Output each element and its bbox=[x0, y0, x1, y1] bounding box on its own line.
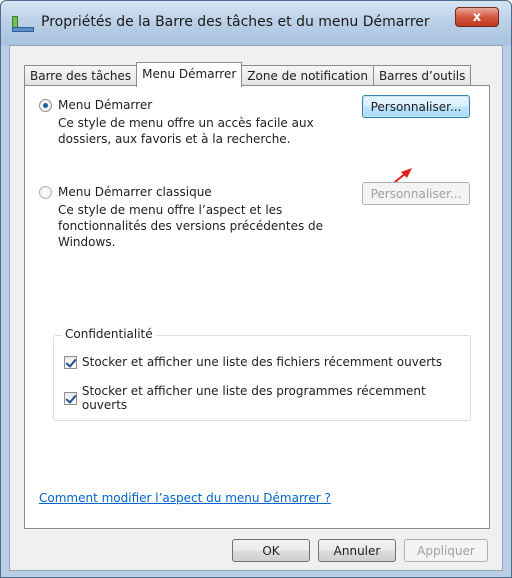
dialog-client-area: Barre des tâches Menu Démarrer Zone de n… bbox=[9, 45, 503, 571]
classic-menu-option[interactable]: Menu Démarrer classique bbox=[39, 185, 212, 199]
classic-menu-description-line1: Ce style de menu offre l’aspect et les bbox=[58, 203, 283, 217]
title-bar[interactable]: Propriétés de la Barre des tâches et du … bbox=[1, 1, 511, 45]
classic-menu-description-line2: fonctionnalités des versions précédentes… bbox=[58, 219, 324, 233]
customize-start-menu-button[interactable]: Personnaliser... bbox=[362, 95, 470, 118]
store-recent-files-label: Stocker et afficher une liste des fichie… bbox=[82, 355, 443, 369]
classic-menu-radio[interactable] bbox=[39, 185, 52, 199]
start-menu-label: Menu Démarrer bbox=[58, 98, 153, 112]
store-recent-programs-label: Stocker et afficher une liste des progra… bbox=[81, 384, 426, 412]
classic-menu-description-line3: Windows. bbox=[58, 235, 116, 249]
start-menu-option[interactable]: Menu Démarrer bbox=[39, 98, 152, 112]
start-menu-description: Ce style de menu offre un accès facile a… bbox=[58, 115, 348, 147]
store-recent-programs-checkbox[interactable] bbox=[64, 391, 77, 405]
taskbar-properties-icon bbox=[12, 16, 34, 32]
start-menu-description-line2: dossiers, aux favoris et à la recherche. bbox=[58, 132, 291, 146]
classic-menu-label: Menu Démarrer classique bbox=[58, 185, 212, 199]
start-menu-description-line1: Ce style de menu offre un accès facile a… bbox=[58, 116, 314, 130]
ok-button[interactable]: OK bbox=[232, 539, 310, 562]
apply-button[interactable]: Appliquer bbox=[404, 539, 488, 562]
privacy-group-label: Confidentialité bbox=[62, 327, 156, 341]
store-recent-programs-option[interactable]: Stocker et afficher une liste des progra… bbox=[64, 384, 470, 412]
tab-start-menu[interactable]: Menu Démarrer bbox=[136, 62, 243, 87]
privacy-group: Confidentialité Stocker et afficher une … bbox=[53, 327, 471, 421]
tab-strip: Barre des tâches Menu Démarrer Zone de n… bbox=[24, 62, 472, 87]
help-link[interactable]: Comment modifier l’aspect du menu Démarr… bbox=[39, 491, 331, 505]
tab-notification-area[interactable]: Zone de notification bbox=[241, 65, 374, 86]
tab-taskbar[interactable]: Barre des tâches bbox=[24, 65, 138, 86]
cancel-button[interactable]: Annuler bbox=[318, 539, 396, 562]
start-menu-tab-panel: Menu Démarrer Ce style de menu offre un … bbox=[24, 85, 490, 529]
close-button[interactable]: x bbox=[455, 7, 499, 27]
tab-toolbars[interactable]: Barres d’outils bbox=[372, 65, 472, 86]
start-menu-radio[interactable] bbox=[39, 98, 52, 112]
store-recent-files-option[interactable]: Stocker et afficher une liste des fichie… bbox=[64, 355, 442, 369]
classic-menu-description: Ce style de menu offre l’aspect et les f… bbox=[58, 202, 348, 250]
properties-dialog: Propriétés de la Barre des tâches et du … bbox=[0, 0, 512, 578]
customize-classic-menu-button[interactable]: Personnaliser... bbox=[362, 182, 470, 205]
window-title: Propriétés de la Barre des tâches et du … bbox=[41, 14, 430, 30]
store-recent-files-checkbox[interactable] bbox=[64, 355, 77, 369]
